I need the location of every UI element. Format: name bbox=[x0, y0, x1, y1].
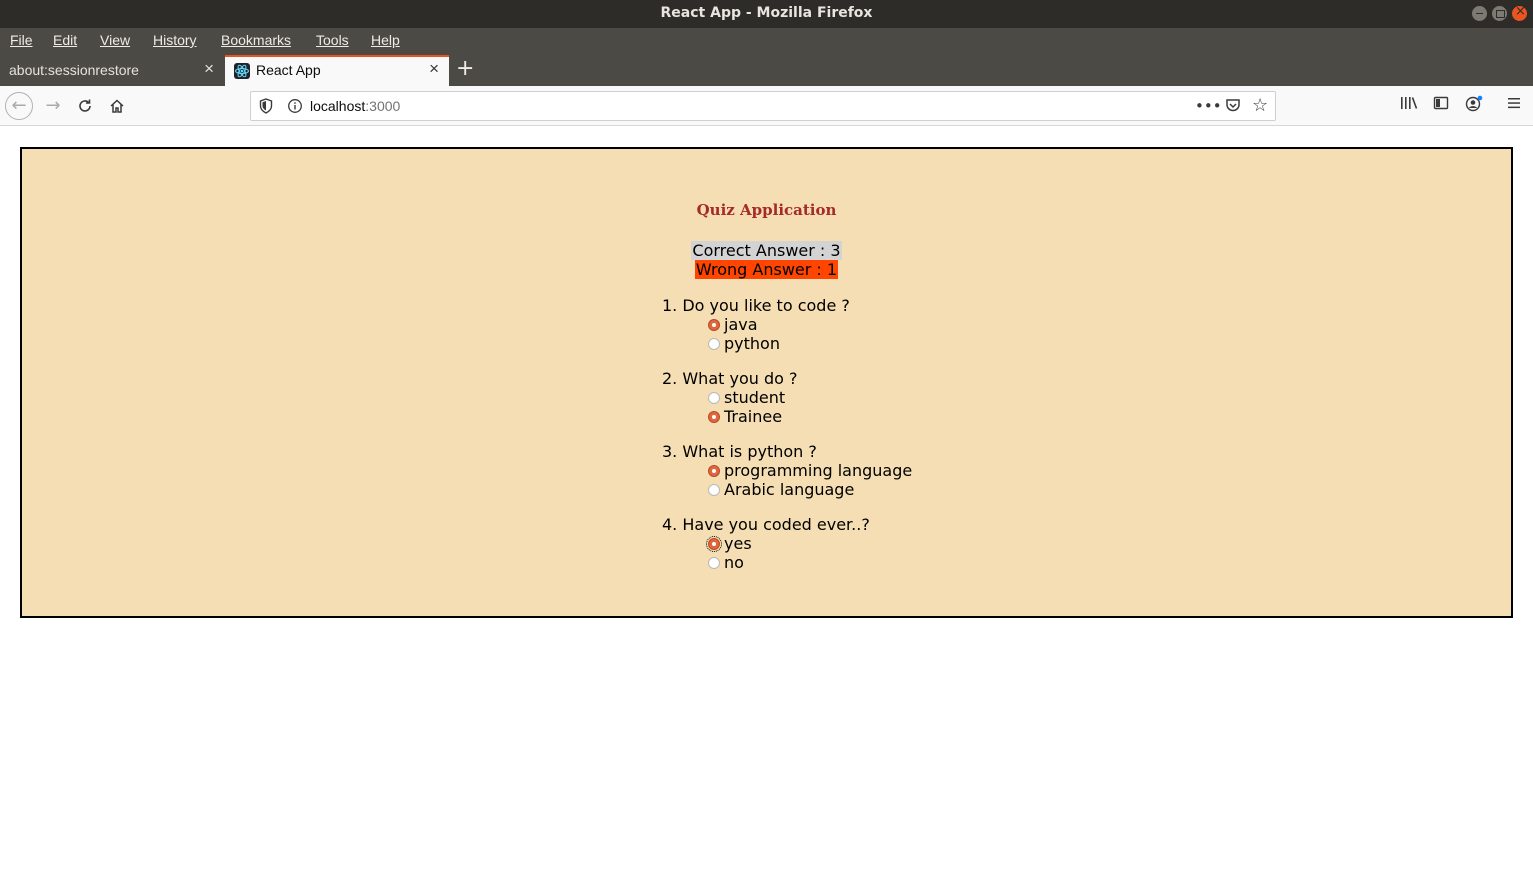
question-text: 1. Do you like to code ? bbox=[662, 296, 850, 315]
radio-button[interactable] bbox=[708, 557, 720, 569]
option-yes[interactable]: yes bbox=[662, 534, 870, 553]
correct-answer-count: Correct Answer : 3 bbox=[691, 241, 842, 260]
quiz-title: Quiz Application bbox=[696, 201, 837, 219]
tracking-shield-icon[interactable] bbox=[259, 98, 273, 118]
menu-history[interactable]: History bbox=[153, 32, 197, 48]
radio-button-checked[interactable] bbox=[708, 411, 720, 423]
page-actions-icon[interactable]: ••• bbox=[1195, 97, 1222, 115]
radio-button[interactable] bbox=[708, 392, 720, 404]
option-no[interactable]: no bbox=[662, 553, 870, 572]
site-info-icon[interactable] bbox=[287, 98, 303, 118]
reload-icon[interactable] bbox=[71, 92, 99, 120]
option-label: Trainee bbox=[724, 407, 783, 426]
tab-strip: about:sessionrestore × React App × + bbox=[0, 55, 1533, 86]
menu-help[interactable]: Help bbox=[371, 32, 400, 48]
option-student[interactable]: student bbox=[662, 388, 797, 407]
pocket-icon[interactable] bbox=[1225, 97, 1241, 117]
radio-button-checked[interactable] bbox=[706, 536, 722, 552]
menu-file[interactable]: File bbox=[10, 32, 33, 48]
url-text: localhost:3000 bbox=[310, 98, 401, 114]
menu-edit[interactable]: Edit bbox=[53, 32, 77, 48]
sidebar-toggle-icon[interactable] bbox=[1433, 95, 1449, 115]
question-2: 2. What you do ? student Trainee bbox=[662, 369, 797, 426]
bookmark-star-icon[interactable]: ☆ bbox=[1252, 95, 1268, 116]
home-icon[interactable] bbox=[103, 92, 131, 120]
tab-react-app[interactable]: React App × bbox=[225, 55, 449, 86]
question-text: 4. Have you coded ever..? bbox=[662, 515, 870, 534]
close-window-button[interactable] bbox=[1512, 4, 1527, 21]
option-trainee[interactable]: Trainee bbox=[662, 407, 797, 426]
minimize-button[interactable] bbox=[1472, 6, 1487, 21]
option-label: no bbox=[724, 553, 744, 572]
option-java[interactable]: java bbox=[662, 315, 850, 334]
question-3: 3. What is python ? programming language… bbox=[662, 442, 912, 499]
maximize-button[interactable] bbox=[1492, 6, 1507, 21]
close-tab-icon[interactable]: × bbox=[204, 60, 214, 77]
window-title: React App - Mozilla Firefox bbox=[660, 5, 873, 21]
option-label: programming language bbox=[724, 461, 913, 480]
back-arrow-icon[interactable]: ← bbox=[5, 92, 33, 120]
tab-label: about:sessionrestore bbox=[9, 62, 139, 78]
account-icon[interactable] bbox=[1465, 95, 1483, 117]
menu-tools[interactable]: Tools bbox=[316, 32, 349, 48]
menu-view[interactable]: View bbox=[100, 32, 130, 48]
new-tab-icon[interactable]: + bbox=[456, 58, 474, 80]
react-favicon-icon bbox=[234, 63, 250, 79]
url-bar[interactable]: localhost:3000 ••• ☆ bbox=[250, 91, 1276, 121]
option-python[interactable]: python bbox=[662, 334, 850, 353]
page-content: Quiz Application Correct Answer : 3 Wron… bbox=[0, 127, 1533, 873]
radio-button-checked[interactable] bbox=[708, 465, 720, 477]
close-tab-icon[interactable]: × bbox=[429, 60, 439, 77]
question-text: 3. What is python ? bbox=[662, 442, 817, 461]
question-4: 4. Have you coded ever..? yes no bbox=[662, 515, 870, 572]
option-label: yes bbox=[724, 534, 752, 553]
menu-bar: File Edit View History Bookmarks Tools H… bbox=[0, 28, 1533, 55]
tab-label: React App bbox=[256, 62, 321, 78]
forward-arrow-icon[interactable]: → bbox=[39, 92, 67, 120]
library-icon[interactable] bbox=[1400, 95, 1418, 115]
question-text: 2. What you do ? bbox=[662, 369, 798, 388]
quiz-container: Quiz Application Correct Answer : 3 Wron… bbox=[20, 147, 1513, 618]
option-programming-language[interactable]: programming language bbox=[662, 461, 912, 480]
radio-button[interactable] bbox=[708, 484, 720, 496]
radio-button-checked[interactable] bbox=[708, 319, 720, 331]
option-label: Arabic language bbox=[724, 480, 855, 499]
option-label: python bbox=[724, 334, 780, 353]
question-1: 1. Do you like to code ? java python bbox=[662, 296, 850, 353]
option-arabic-language[interactable]: Arabic language bbox=[662, 480, 912, 499]
tab-sessionrestore[interactable]: about:sessionrestore × bbox=[0, 55, 224, 86]
navigation-bar: ← → localhost:3000 ••• ☆ bbox=[0, 86, 1533, 126]
option-label: student bbox=[724, 388, 786, 407]
menu-bookmarks[interactable]: Bookmarks bbox=[221, 32, 291, 48]
window-titlebar: React App - Mozilla Firefox bbox=[0, 0, 1533, 28]
hamburger-menu-icon[interactable] bbox=[1506, 95, 1522, 115]
wrong-answer-count: Wrong Answer : 1 bbox=[694, 260, 839, 279]
radio-button[interactable] bbox=[708, 338, 720, 350]
option-label: java bbox=[724, 315, 758, 334]
